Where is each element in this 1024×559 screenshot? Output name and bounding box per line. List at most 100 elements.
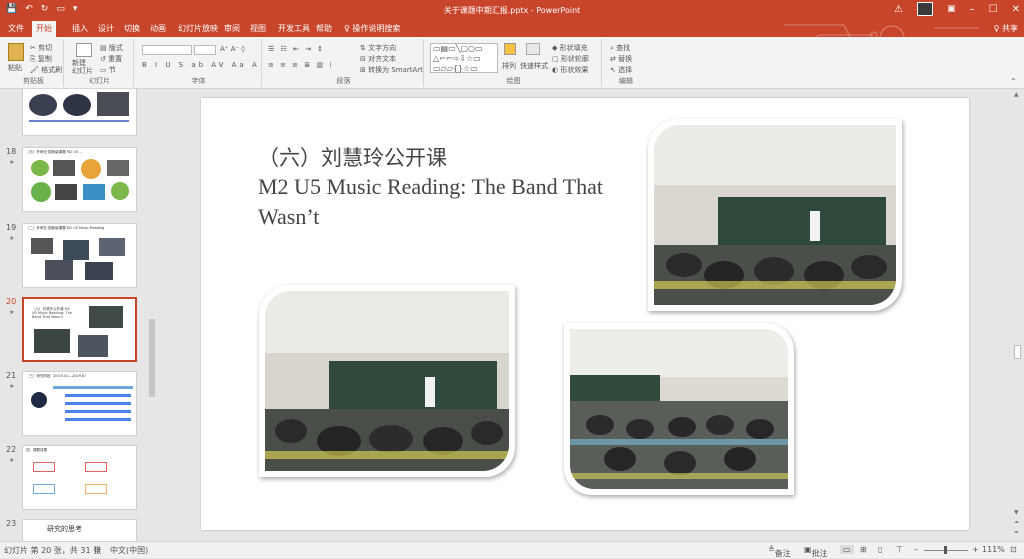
paste-icon[interactable] [8, 43, 24, 61]
quick-styles-icon[interactable] [526, 43, 540, 55]
comments-button[interactable]: ▣ 批注 [804, 545, 828, 558]
shapes-gallery[interactable]: ▭▤▭╲▢○▭ △⌐⌐⇨⇩☆▭ ▭▱▱{}☆▭ [430, 43, 498, 73]
editing-group: ⌕ 查找 ⇄ 替换 ↖ 选择 编辑 [604, 39, 648, 87]
copy-button[interactable]: ⎘ 复制 [30, 54, 52, 64]
font-size-select[interactable] [194, 45, 216, 55]
tab-transitions[interactable]: 切换 [122, 23, 142, 34]
slide-canvas[interactable]: （六）刘慧玲公开课 M2 U5 Music Reading: The Band … [201, 98, 969, 530]
slide-thumbnail[interactable]: （三）研究阶段（2019.02—2019.6） [22, 371, 137, 436]
slide-title-english[interactable]: M2 U5 Music Reading: The Band That Wasn’… [258, 172, 628, 232]
ribbon-display-icon[interactable]: ▣ [947, 4, 956, 14]
slide-thumbnail[interactable]: 研究的思考 [22, 519, 137, 541]
minimize-button[interactable]: – [970, 4, 975, 15]
thumbnail-scrollbar[interactable] [148, 89, 156, 541]
slide-thumbnail[interactable]: （五）外研社·国家级课题 M2 U5 ... [22, 147, 137, 212]
replace-button[interactable]: ⇄ 替换 [610, 54, 632, 64]
close-button[interactable]: ✕ [1012, 4, 1020, 15]
zoom-slider-thumb[interactable] [944, 546, 947, 554]
thumbnail-title: （五）外研社·国家级课题 M2 U5 ... [26, 150, 83, 154]
next-slide-icon[interactable]: ⏷ [1014, 529, 1019, 537]
classroom-photo[interactable] [259, 285, 515, 477]
tab-review[interactable]: 审阅 [222, 23, 242, 34]
shape-fill-button[interactable]: ◆ 形状填充 [552, 43, 588, 53]
slide-thumbnail-selected[interactable]: （六）刘慧玲公开课 M2 U5 Music Reading: The Band … [22, 297, 137, 362]
slide-editing-area[interactable]: （六）刘慧玲公开课 M2 U5 Music Reading: The Band … [156, 89, 1012, 541]
zoom-out-icon[interactable]: – [914, 545, 918, 554]
text-direction-button[interactable]: ⇅ 文字方向 [360, 43, 396, 53]
accessibility-icon[interactable]: ⊡ [94, 545, 101, 554]
scroll-up-icon[interactable]: ▲ [1014, 91, 1019, 98]
reset-button[interactable]: ↺ 重置 [100, 54, 122, 64]
slide-thumbnail[interactable]: 四、课题成果 [22, 445, 137, 510]
previous-slide-icon[interactable]: ⏶ [1014, 519, 1019, 527]
language-label[interactable]: 中文(中国) [110, 545, 148, 556]
classroom-photo[interactable] [564, 323, 794, 495]
section-button[interactable]: ▭ 节 [100, 65, 116, 75]
thumbnail-title: 研究的思考 [47, 525, 82, 533]
slide-number: 20 [6, 297, 17, 306]
tab-file[interactable]: 文件 [6, 23, 26, 34]
classroom-photo[interactable] [648, 119, 902, 311]
vertical-scrollbar[interactable]: ▲ ▼ ⏶ ⏷ [1012, 89, 1024, 541]
align-text-button[interactable]: ⊟ 对齐文本 [360, 54, 396, 64]
layout-button[interactable]: ▤ 版式 [100, 43, 123, 53]
zoom-in-icon[interactable]: + [972, 545, 979, 554]
reading-view-icon[interactable]: ▯ [878, 545, 882, 554]
maximize-button[interactable]: ☐ [989, 4, 998, 15]
clipboard-group-label: 剪贴板 [23, 77, 44, 85]
tab-help[interactable]: 帮助 [314, 23, 334, 34]
slides-group-label: 幻灯片 [89, 77, 110, 85]
tab-insert[interactable]: 插入 [70, 23, 90, 34]
fit-to-window-icon[interactable]: ⊡ [1010, 545, 1017, 554]
arrange-button[interactable]: 排列 [502, 61, 516, 71]
font-family-select[interactable] [142, 45, 192, 55]
title-bar: 💾 ↶ ↻ ▭ ▾ 关于课题中期汇报.pptx - PowerPoint ⚠ ▣… [0, 0, 1024, 20]
tell-me-search[interactable]: ♀ 操作说明搜索 [342, 23, 402, 34]
slide-thumbnail[interactable]: （二）外研社·国家级课题 M2 U5 Music Reading [22, 223, 137, 288]
slide-sorter-icon[interactable]: ⊞ [860, 545, 867, 554]
zoom-level[interactable]: 111% [982, 545, 1005, 554]
transition-star-icon: ★ [9, 457, 15, 464]
notes-button[interactable]: ≜ 备注 [768, 545, 791, 558]
select-button[interactable]: ↖ 选择 [610, 65, 632, 75]
scroll-down-icon[interactable]: ▼ [1014, 509, 1019, 516]
normal-view-icon[interactable]: ▭ [840, 545, 854, 554]
find-button[interactable]: ⌕ 查找 [610, 43, 630, 53]
slide-thumbnail[interactable] [22, 89, 137, 136]
slide-number: 18 [6, 147, 17, 156]
cut-button[interactable]: ✂ 剪切 [30, 43, 52, 53]
vertical-scrollbar-thumb[interactable] [1014, 345, 1021, 359]
shape-outline-button[interactable]: ▢ 形状轮廓 [552, 54, 589, 64]
tab-home[interactable]: 开始 [32, 21, 56, 37]
slideshow-icon[interactable]: ⊤ [896, 545, 903, 554]
font-format-icons[interactable]: B I U S ab AV Aa A [142, 61, 260, 69]
arrange-icon[interactable] [504, 43, 516, 55]
list-icons[interactable]: ☰ ☷ ⇤ ⇥ ↕ [268, 45, 325, 53]
font-group-label: 字体 [191, 77, 206, 85]
clipboard-group: 粘贴 ✂ 剪切 ⎘ 复制 🖌 格式刷 剪贴板 [4, 39, 64, 87]
warning-icon[interactable]: ⚠ [894, 4, 903, 15]
share-button[interactable]: ♀ 共享 [994, 23, 1018, 34]
grow-shrink-font-icon[interactable]: A⁺ A⁻ ◊ [220, 45, 245, 53]
thumbnail-scrollbar-thumb[interactable] [149, 319, 155, 397]
tab-slideshow[interactable]: 幻灯片放映 [176, 23, 220, 34]
shape-effects-button[interactable]: ◐ 形状效果 [552, 65, 588, 75]
paste-button[interactable]: 粘贴 [8, 63, 22, 73]
quick-styles-button[interactable]: 快速样式 [520, 61, 548, 71]
new-slide-icon[interactable] [76, 43, 92, 57]
tab-animations[interactable]: 动画 [148, 23, 168, 34]
avatar[interactable] [917, 2, 934, 16]
tab-view[interactable]: 视图 [248, 23, 268, 34]
tab-developer[interactable]: 开发工具 [276, 23, 312, 34]
new-slide-button[interactable]: 新建 幻灯片 [72, 59, 93, 75]
smartart-button[interactable]: ⊞ 转换为 SmartArt [360, 65, 423, 75]
thumbnail-title: （三）研究阶段（2019.02—2019.6） [26, 374, 88, 378]
transition-star-icon: ★ [9, 159, 15, 166]
collapse-ribbon-icon[interactable]: ⌃ [1010, 77, 1017, 86]
tab-design[interactable]: 设计 [96, 23, 116, 34]
slide-thumbnail-pane[interactable]: 18 ★ （五）外研社·国家级课题 M2 U5 ... 19 ★ （二）外研社·… [0, 89, 148, 541]
classroom-scene-icon [265, 291, 509, 471]
format-painter-button[interactable]: 🖌 格式刷 [30, 65, 62, 75]
align-icons[interactable]: ≡ ≡ ≡ ≣ ▥ ⁞ [268, 61, 333, 69]
slide-title-chinese[interactable]: （六）刘慧玲公开课 [258, 142, 447, 172]
